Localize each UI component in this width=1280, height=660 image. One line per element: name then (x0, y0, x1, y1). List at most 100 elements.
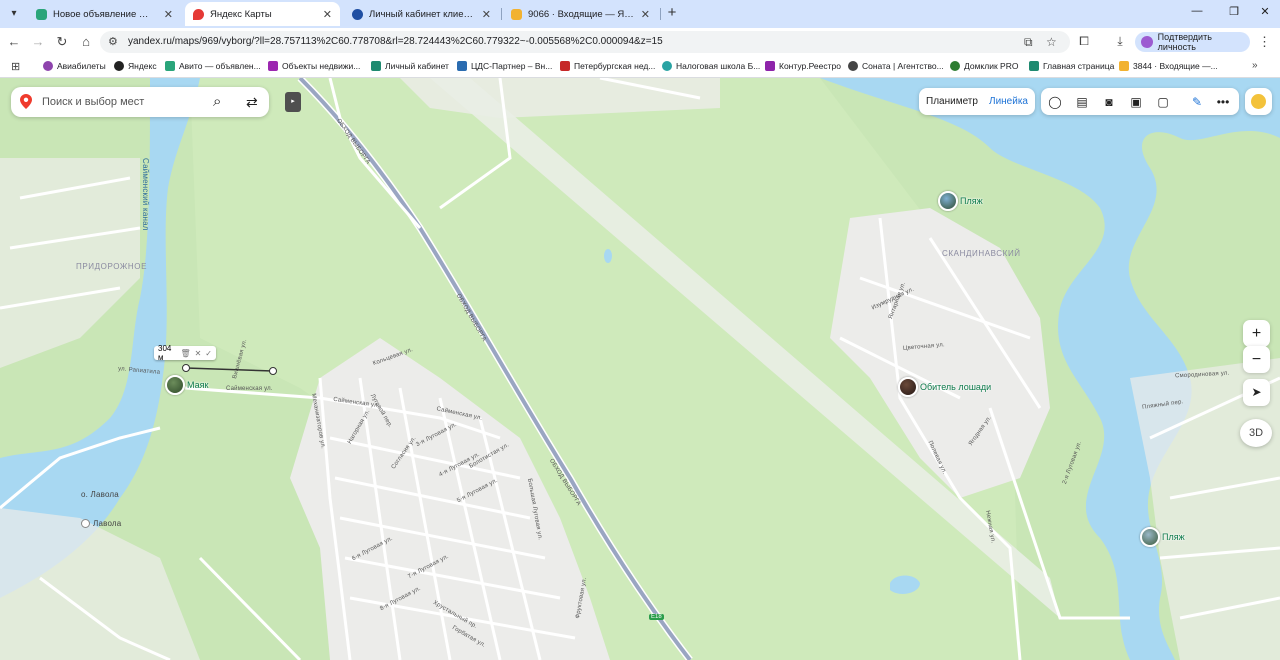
poi-horse-cloister[interactable]: Обитель лошади (898, 377, 991, 397)
lavola-icon (81, 519, 90, 528)
bookmark-favicon-icon (950, 61, 960, 71)
install-app-icon[interactable]: ⧉ (1024, 35, 1033, 50)
close-tab-icon[interactable]: ✕ (641, 8, 650, 21)
close-icon[interactable]: ✕ (195, 349, 202, 358)
bookmark-favicon-icon (165, 61, 175, 71)
close-tab-icon[interactable]: ✕ (323, 8, 332, 21)
tab-cabinet[interactable]: Личный кабинет клиента ✕ (344, 2, 499, 26)
search-icon[interactable]: ⌕ (213, 93, 221, 110)
browser-menu-icon[interactable]: ⋮ (1258, 34, 1271, 50)
settlement-area (0, 508, 200, 660)
poi-photo-icon (1140, 527, 1160, 547)
site-info-icon[interactable]: ⚙ (108, 35, 118, 48)
verify-identity-button[interactable]: Подтвердить личность (1135, 32, 1250, 52)
bookmark-item[interactable]: Соната | Агентство... (848, 61, 944, 71)
route-icon[interactable]: ⇄ (246, 94, 258, 111)
bookmark-item[interactable]: Петербургская нед... (560, 61, 655, 71)
bookmark-label: Авиабилеты (57, 61, 106, 71)
bookmark-favicon-icon (1119, 61, 1129, 71)
reload-icon[interactable]: ↻ (54, 34, 70, 50)
map-base-layer (0, 78, 1280, 660)
bookmark-item[interactable]: Контур.Реестро (765, 61, 841, 71)
ruler-start-handle[interactable] (182, 364, 190, 372)
bookmark-item[interactable]: Налоговая школа Б... (662, 61, 760, 71)
bookmark-label: Личный кабинет (385, 61, 449, 71)
trash-icon[interactable]: 🗑 (180, 349, 190, 358)
bookmark-item[interactable]: Авито — объявлен... (165, 61, 261, 71)
user-profile-button[interactable] (1245, 88, 1272, 115)
back-arrow-icon[interactable]: ← (6, 34, 22, 50)
poi-name: Маяк (187, 380, 209, 390)
bookmark-item[interactable]: 3844 · Входящие —... (1119, 61, 1218, 71)
ruler-end-handle[interactable] (269, 367, 277, 375)
sidebar-toggle-button[interactable]: ▸ (285, 92, 301, 112)
bookmark-favicon-icon (457, 61, 467, 71)
tab-separator (501, 8, 502, 20)
apps-grid-icon[interactable]: ⊞ (11, 60, 20, 73)
zoom-in-button[interactable]: + (1243, 320, 1270, 347)
canal-label: Сайменский канал (141, 158, 150, 231)
panorama-icon[interactable]: ▢ (1155, 94, 1171, 110)
ruler-tab[interactable]: Линейка (989, 96, 1028, 107)
map-search-panel: ⌕ ⇄ (11, 87, 269, 117)
new-tab-button[interactable]: + (664, 5, 680, 21)
tab-yandex-maps[interactable]: Яндекс Карты ✕ (185, 2, 340, 26)
highway-shield: E18 (649, 614, 664, 620)
bookmark-item[interactable]: Яндекс (114, 61, 157, 71)
bookmark-item[interactable]: ЦДС-Партнер – Вн... (457, 61, 552, 71)
forward-arrow-icon[interactable]: → (30, 34, 46, 50)
bookmark-item[interactable]: Личный кабинет (371, 61, 449, 71)
close-tab-icon[interactable]: ✕ (164, 8, 173, 21)
tab-yandex-mail[interactable]: 9066 · Входящие — Яндекс По ✕ (503, 2, 658, 26)
check-icon[interactable]: ✓ (205, 349, 212, 358)
layers-icon[interactable]: ◯ (1047, 94, 1063, 110)
more-bookmarks-icon[interactable]: » (1252, 60, 1258, 71)
area-label: СКАНДИНАВСКИЙ (942, 249, 1021, 258)
measure-mode-panel: Планиметр Линейка (919, 88, 1035, 115)
three-d-button[interactable]: 3D (1240, 419, 1272, 447)
extensions-puzzle-icon[interactable]: ⧠ (1076, 34, 1092, 49)
my-location-icon[interactable]: ➤ (1243, 379, 1270, 406)
url-text[interactable]: yandex.ru/maps/969/vyborg/?ll=28.757113%… (128, 36, 663, 47)
bookmark-favicon-icon (765, 61, 775, 71)
bookmark-favicon-icon (43, 61, 53, 71)
bookmark-star-icon[interactable]: ☆ (1046, 35, 1057, 49)
bookmark-label: Главная страница (1043, 61, 1115, 71)
camera-icon[interactable]: ◙ (1101, 94, 1117, 110)
bookmark-item[interactable]: Главная страница (1029, 61, 1114, 71)
poi-beach-east[interactable]: Пляж (1140, 527, 1185, 547)
verify-label: Подтвердить личность (1157, 32, 1212, 52)
tab-title: Новое объявление — Объяв (53, 8, 158, 20)
home-icon[interactable]: ⌂ (78, 34, 94, 50)
more-options-icon[interactable]: ••• (1215, 94, 1231, 110)
bookmark-item[interactable]: Домклик PRO (950, 61, 1018, 71)
transport-bus-icon[interactable]: ▣ (1128, 94, 1144, 110)
mail-envelope-icon (511, 8, 522, 20)
poi-mayak[interactable]: Маяк (165, 375, 208, 395)
map-canvas[interactable]: 304 м 🗑 ✕ ✓ ПРИДОРОЖНОЕ СКАНДИНАВСКИЙ о.… (0, 78, 1280, 660)
poi-beach-north[interactable]: Пляж (938, 191, 983, 211)
close-window-icon[interactable]: ✕ (1257, 5, 1273, 18)
bookmark-label: Яндекс (128, 61, 157, 71)
ruler-line (185, 367, 274, 372)
bookmark-item[interactable]: Объекты недвижи... (268, 61, 360, 71)
address-bar[interactable]: ⚙ yandex.ru/maps/969/vyborg/?ll=28.75711… (100, 31, 1070, 53)
ruler-icon[interactable]: ✎ (1189, 94, 1205, 110)
bookmark-label: Соната | Агентство... (862, 61, 944, 71)
close-tab-icon[interactable]: ✕ (482, 8, 491, 21)
planimeter-tab[interactable]: Планиметр (926, 96, 978, 107)
poi-photo-icon (165, 375, 185, 395)
zoom-out-button[interactable]: − (1243, 346, 1270, 373)
minimize-icon[interactable]: — (1189, 5, 1205, 17)
avito-icon (36, 8, 47, 20)
search-input[interactable] (42, 94, 202, 110)
map-layer-icon[interactable]: ▤ (1074, 94, 1090, 110)
bookmark-label: Домклик PRO (964, 61, 1019, 71)
poi-name: Пляж (1162, 532, 1185, 542)
bookmark-favicon-icon (114, 61, 124, 71)
restore-icon[interactable]: ❐ (1226, 5, 1242, 18)
download-icon[interactable]: ⤓ (1112, 34, 1128, 49)
bookmark-item[interactable]: Авиабилеты (43, 61, 106, 71)
tab-avito[interactable]: Новое объявление — Объяв ✕ (28, 2, 181, 26)
tab-search-button[interactable]: ▾ (5, 4, 23, 22)
